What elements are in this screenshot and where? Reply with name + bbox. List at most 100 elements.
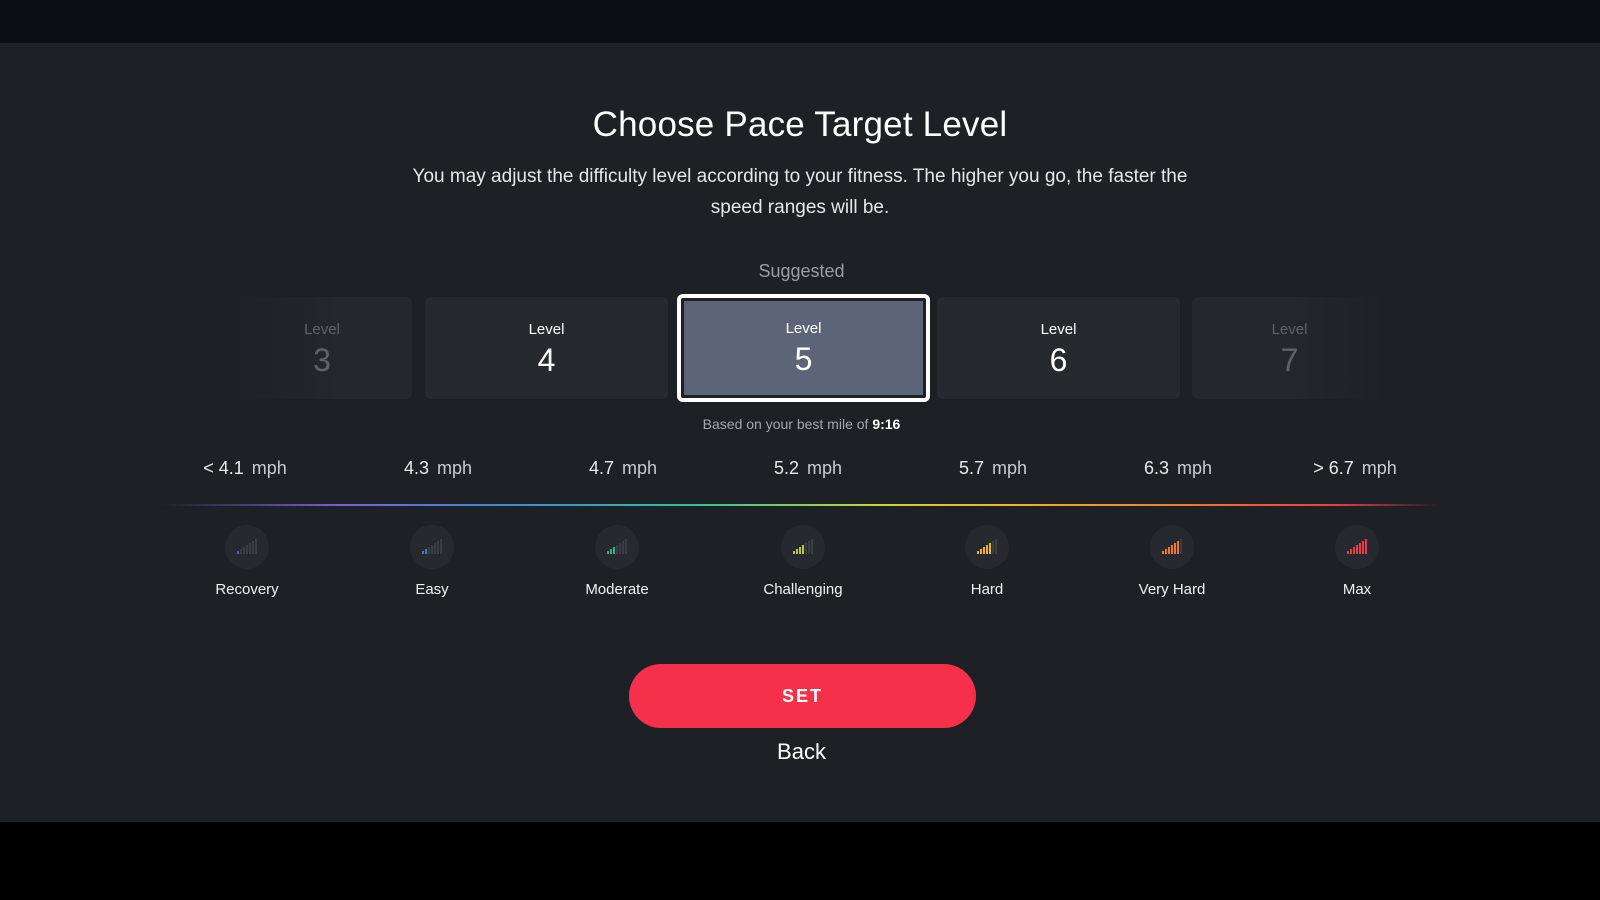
level-card-6[interactable]: Level 6	[937, 297, 1180, 399]
zone-label: Recovery	[215, 581, 279, 598]
signal-bar	[802, 545, 804, 554]
zone-label: Max	[1342, 581, 1372, 598]
level-card-7[interactable]: Level 7	[1192, 297, 1387, 399]
signal-bar	[1171, 545, 1173, 554]
signal-bar	[1350, 549, 1352, 554]
signal-bar	[989, 543, 991, 554]
signal-bar	[440, 539, 442, 554]
signal-bar	[240, 549, 242, 554]
zone-max: Max	[1277, 525, 1437, 598]
level-card-3[interactable]: Level 3	[232, 297, 412, 399]
speed-unit: mph	[1177, 458, 1213, 478]
signal-bar	[425, 549, 427, 554]
signal-bar	[1365, 539, 1367, 554]
signal-bar	[805, 543, 807, 554]
set-button[interactable]: SET	[629, 664, 976, 728]
level-card-5-selected[interactable]: Level 5	[677, 294, 930, 402]
level-card-label: Level	[304, 321, 340, 338]
speed-label-challenging: 5.2 mph	[718, 458, 898, 479]
speed-scale: < 4.1 mph 4.3 mph 4.7 mph 5.2 mph 5.7 mph 6.3…	[0, 458, 1600, 488]
speed-unit: mph	[622, 458, 658, 478]
signal-bar	[625, 539, 627, 554]
pace-level-screen: Choose Pace Target Level You may adjust …	[0, 43, 1600, 822]
speed-unit: mph	[807, 458, 843, 478]
signal-bar	[796, 549, 798, 554]
speed-unit: mph	[992, 458, 1028, 478]
signal-bars-icon	[410, 525, 454, 569]
zone-label: Moderate	[585, 581, 649, 598]
speed-label-very-hard: 6.3 mph	[1088, 458, 1268, 479]
signal-bar	[1356, 545, 1358, 554]
signal-bar	[619, 543, 621, 554]
speed-unit: mph	[1361, 458, 1397, 478]
signal-bar	[1362, 541, 1364, 554]
signal-bars-graphic	[793, 539, 813, 554]
zone-label: Very Hard	[1138, 581, 1206, 598]
signal-bars-graphic	[237, 539, 257, 554]
signal-bar	[246, 545, 248, 554]
zone-easy: Easy	[352, 525, 512, 598]
signal-bar	[977, 551, 979, 554]
signal-bar	[255, 539, 257, 554]
level-card-4[interactable]: Level 4	[425, 297, 668, 399]
signal-bar	[237, 551, 239, 554]
signal-bar	[422, 551, 424, 554]
level-carousel[interactable]: Level 3 Level 4 Level 5 Level 6 Level 7	[0, 294, 1600, 407]
signal-bar	[431, 545, 433, 554]
level-card-label: Level	[528, 321, 565, 338]
signal-bar	[428, 547, 430, 554]
signal-bar	[613, 547, 615, 554]
best-mile-value: 9:16	[872, 416, 901, 432]
signal-bars-icon	[595, 525, 639, 569]
intensity-zones: Recovery Easy Moderate Challenging Hard …	[0, 525, 1600, 605]
level-card-label: Level	[785, 320, 822, 337]
zone-moderate: Moderate	[537, 525, 697, 598]
zone-label: Easy	[415, 581, 449, 598]
signal-bar	[243, 547, 245, 554]
signal-bars-graphic	[1347, 539, 1367, 554]
signal-bars-graphic	[607, 539, 627, 554]
signal-bar	[799, 547, 801, 554]
signal-bar	[616, 545, 618, 554]
level-card-number: 3	[313, 342, 331, 378]
signal-bar	[1165, 549, 1167, 554]
signal-bar	[980, 549, 982, 554]
speed-unit: mph	[251, 458, 287, 478]
signal-bar	[1162, 551, 1164, 554]
signal-bars-icon	[965, 525, 1009, 569]
signal-bar	[986, 545, 988, 554]
speed-label-hard: 5.7 mph	[903, 458, 1083, 479]
zone-very-hard: Very Hard	[1092, 525, 1252, 598]
suggested-label: Suggested	[758, 261, 845, 281]
page-subtitle: You may adjust the difficulty level acco…	[412, 166, 1188, 218]
speed-label-recovery: < 4.1 mph	[155, 458, 335, 479]
signal-bar	[1347, 551, 1349, 554]
signal-bar	[992, 541, 994, 554]
signal-bar	[252, 541, 254, 554]
speed-label-easy: 4.3 mph	[348, 458, 528, 479]
signal-bars-icon	[1150, 525, 1194, 569]
zone-label: Challenging	[763, 581, 843, 598]
signal-bar	[622, 541, 624, 554]
signal-bar	[1177, 541, 1179, 554]
signal-bar	[437, 541, 439, 554]
signal-bar	[808, 541, 810, 554]
signal-bar	[1168, 547, 1170, 554]
intensity-spectrum-line	[160, 504, 1440, 506]
signal-bar	[607, 551, 609, 554]
zone-recovery: Recovery	[167, 525, 327, 598]
back-button[interactable]: Back	[0, 739, 1600, 765]
top-system-bar	[0, 0, 1600, 43]
signal-bars-icon	[225, 525, 269, 569]
signal-bar	[1180, 539, 1182, 554]
signal-bar	[1353, 547, 1355, 554]
signal-bar	[1359, 543, 1361, 554]
signal-bars-graphic	[1162, 539, 1182, 554]
signal-bars-graphic	[977, 539, 997, 554]
speed-value: 5.7	[958, 458, 984, 478]
signal-bars-icon	[1335, 525, 1379, 569]
speed-value: > 6.7	[1313, 458, 1354, 478]
signal-bar	[811, 539, 813, 554]
signal-bars-icon	[781, 525, 825, 569]
speed-value: < 4.1	[203, 458, 244, 478]
